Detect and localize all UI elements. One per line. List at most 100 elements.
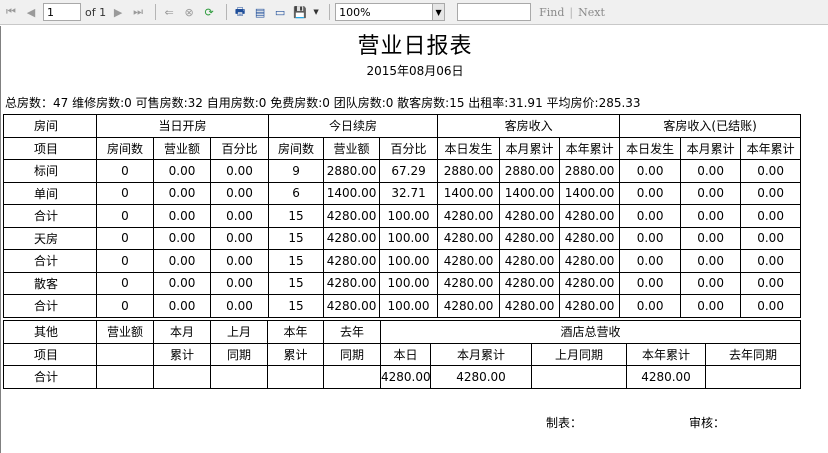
table-cell: 1400.00 bbox=[559, 181, 621, 205]
header-item: 项目 bbox=[3, 136, 97, 160]
export-dropdown-icon[interactable]: ▼ bbox=[312, 4, 320, 20]
page-setup-icon[interactable]: ▭ bbox=[272, 4, 288, 20]
search-input[interactable] bbox=[457, 3, 532, 21]
header-lastmonth-bottom: 同期 bbox=[210, 342, 268, 366]
other-revenue-table: 其他 营业额 本月 上月 本年 去年 酒店总营收 项目 累计 同期 累计 同期 … bbox=[3, 320, 801, 389]
subheader-cell: 本月累计 bbox=[499, 136, 561, 160]
table-cell: 0.00 bbox=[153, 249, 211, 273]
subheader-cell: 房间数 bbox=[268, 136, 325, 160]
first-page-icon[interactable]: ⏮ bbox=[3, 4, 19, 20]
header-today-continue: 今日续房 bbox=[268, 114, 439, 138]
table-cell: 4280.00 bbox=[437, 204, 501, 228]
back-icon[interactable]: ⇐ bbox=[161, 4, 177, 20]
header-revenue-blank bbox=[96, 342, 154, 366]
table-cell: 0.00 bbox=[209, 249, 270, 273]
table-cell: 0.00 bbox=[740, 226, 802, 250]
table-cell bbox=[153, 365, 211, 389]
table-cell: 0 bbox=[96, 204, 154, 228]
header-lastyear-top: 去年 bbox=[323, 320, 381, 344]
stop-icon[interactable]: ⊗ bbox=[181, 4, 197, 20]
room-revenue-table: 房间 当日开房 今日续房 客房收入 客房收入(已结账) 项目 房间数 营业额 百分比… bbox=[3, 114, 802, 318]
report-viewer-toolbar: ⏮ ◀ of 1 ▶ ⏭ ⇐ ⊗ ⟳ 🖶 ▤ ▭ 💾 ▼ 100% ▼ Find… bbox=[0, 0, 828, 25]
table-cell: 1400.00 bbox=[499, 181, 561, 205]
table-cell: 0.00 bbox=[153, 271, 211, 295]
table-cell: 0 bbox=[96, 226, 154, 250]
zoom-value: 100% bbox=[339, 5, 371, 19]
refresh-icon[interactable]: ⟳ bbox=[201, 4, 217, 20]
header-hotel-year: 本年累计 bbox=[626, 342, 706, 366]
report-date: 2015年08月06日 bbox=[366, 64, 464, 78]
row-label: 合计 bbox=[3, 249, 97, 273]
table-cell: 4280.00 bbox=[323, 226, 381, 250]
report-summary: 总房数：47 维修房数:0 可售房数:32 自用房数:0 免费房数:0 团队房数… bbox=[5, 96, 641, 110]
find-separator: | bbox=[569, 5, 574, 19]
table-row: 合计 0 0.00 0.00 15 4280.00 100.00 4280.00 4280.00… bbox=[3, 204, 802, 228]
table-cell: 32.71 bbox=[379, 181, 439, 205]
table-cell: 4280.00 bbox=[559, 271, 621, 295]
header-revenue: 营业额 bbox=[96, 320, 154, 344]
header-hotel-lastmonth: 上月同期 bbox=[531, 342, 627, 366]
table-row: 单间 0 0.00 0.00 6 1400.00 32.71 1400.00 1400.00 14… bbox=[3, 181, 802, 205]
table-cell: 4280.00 bbox=[559, 204, 621, 228]
table-cell bbox=[531, 365, 627, 389]
last-page-icon[interactable]: ⏭ bbox=[130, 4, 146, 20]
table-header-row: 其他 营业额 本月 上月 本年 去年 酒店总营收 bbox=[3, 320, 801, 344]
print-layout-icon[interactable]: ▤ bbox=[252, 4, 268, 20]
header-other: 其他 bbox=[3, 320, 97, 344]
table-cell bbox=[323, 365, 381, 389]
table-cell: 0.00 bbox=[680, 249, 742, 273]
subheader-cell: 营业额 bbox=[323, 136, 381, 160]
find-link[interactable]: Find bbox=[539, 6, 564, 19]
table-cell: 0.00 bbox=[740, 294, 802, 318]
table-cell: 0.00 bbox=[209, 204, 270, 228]
table-cell: 4280.00 bbox=[430, 365, 532, 389]
table-cell: 4280.00 bbox=[323, 294, 381, 318]
table-cell: 0.00 bbox=[680, 294, 742, 318]
table-cell: 0.00 bbox=[619, 159, 682, 183]
table-header-row: 房间 当日开房 今日续房 客房收入 客房收入(已结账) bbox=[3, 114, 802, 138]
next-link[interactable]: Next bbox=[578, 6, 605, 19]
table-cell: 0.00 bbox=[740, 271, 802, 295]
table-cell bbox=[210, 365, 268, 389]
table-cell: 67.29 bbox=[379, 159, 439, 183]
table-cell: 0 bbox=[96, 294, 154, 318]
table-cell: 0.00 bbox=[153, 204, 211, 228]
print-icon[interactable]: 🖶 bbox=[232, 4, 248, 20]
table-cell: 100.00 bbox=[379, 226, 439, 250]
next-page-icon[interactable]: ▶ bbox=[110, 4, 126, 20]
table-cell: 4280.00 bbox=[626, 365, 706, 389]
subheader-cell: 本年累计 bbox=[740, 136, 802, 160]
chevron-down-icon[interactable]: ▼ bbox=[432, 4, 445, 20]
report-page: 营业日报表 2015年08月06日 总房数：47 维修房数:0 可售房数:32 … bbox=[0, 26, 828, 453]
table-cell: 100.00 bbox=[379, 271, 439, 295]
zoom-select[interactable]: 100% ▼ bbox=[335, 3, 446, 21]
table-cell: 0.00 bbox=[619, 226, 682, 250]
table-cell: 15 bbox=[268, 294, 325, 318]
table-cell: 2880.00 bbox=[559, 159, 621, 183]
table-cell: 0.00 bbox=[209, 159, 270, 183]
table-row: 标间 0 0.00 0.00 9 2880.00 67.29 2880.00 2880.00 28… bbox=[3, 159, 802, 183]
table-cell: 4280.00 bbox=[323, 204, 381, 228]
table-cell: 0 bbox=[96, 159, 154, 183]
table-cell: 6 bbox=[268, 181, 325, 205]
total-label: 合计 bbox=[3, 365, 97, 389]
table-cell: 2880.00 bbox=[437, 159, 501, 183]
page-number-input[interactable] bbox=[43, 3, 81, 21]
header-hotel-total: 酒店总营收 bbox=[380, 320, 801, 344]
table-cell: 4280.00 bbox=[323, 271, 381, 295]
table-cell: 4280.00 bbox=[559, 226, 621, 250]
table-cell: 0.00 bbox=[153, 226, 211, 250]
table-row: 散客 0 0.00 0.00 15 4280.00 100.00 4280.00 4280.00… bbox=[3, 271, 802, 295]
subheader-cell: 房间数 bbox=[96, 136, 154, 160]
report-title: 营业日报表 bbox=[357, 34, 473, 59]
table-cell: 0 bbox=[96, 181, 154, 205]
table-cell: 0.00 bbox=[740, 159, 802, 183]
export-icon[interactable]: 💾 bbox=[292, 4, 308, 20]
table-cell: 4280.00 bbox=[559, 249, 621, 273]
header-room: 房间 bbox=[3, 114, 97, 138]
table-cell: 0.00 bbox=[740, 249, 802, 273]
header-item: 项目 bbox=[3, 342, 97, 366]
table-cell: 100.00 bbox=[379, 204, 439, 228]
previous-page-icon[interactable]: ◀ bbox=[23, 4, 39, 20]
header-year-top: 本年 bbox=[267, 320, 324, 344]
